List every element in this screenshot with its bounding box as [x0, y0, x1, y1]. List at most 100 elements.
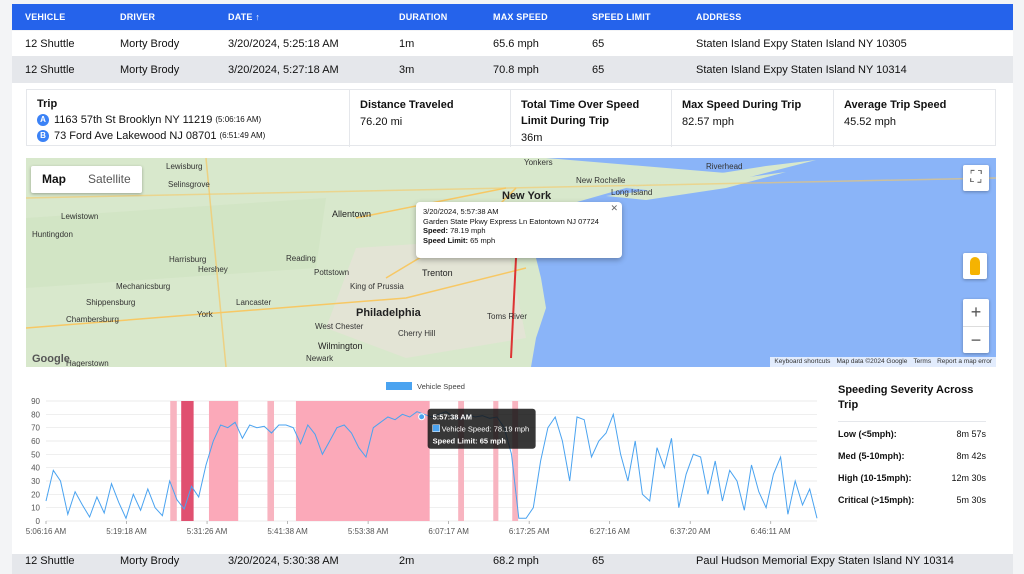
- map-info-window: ✕ 3/20/2024, 5:57:38 AM Garden State Pkw…: [416, 202, 622, 258]
- table-row-selected[interactable]: 12 Shuttle Morty Brody 3/20/2024, 5:27:1…: [12, 57, 1013, 83]
- cell-date: 3/20/2024, 5:30:38 AM: [228, 555, 339, 567]
- cell-date: 3/20/2024, 5:27:18 AM: [228, 64, 339, 76]
- map-attribution: Keyboard shortcuts Map data ©2024 Google…: [770, 357, 996, 367]
- place-wilmington: Wilmington: [318, 341, 363, 351]
- cell-driver: Morty Brody: [120, 38, 180, 50]
- speeding-severity-panel: Speeding Severity Across Trip Low (<5mph…: [838, 383, 986, 510]
- x-tick-label: 5:41:38 AM: [267, 527, 308, 536]
- marker-a-icon: A: [37, 113, 49, 126]
- trip-map[interactable]: Lewisburg Selinsgrove Yonkers New Rochel…: [26, 158, 996, 367]
- speeding-band: [170, 401, 177, 521]
- x-tick-label: 6:07:17 AM: [428, 527, 469, 536]
- y-tick-label: 70: [31, 424, 40, 433]
- column-header-speed-limit[interactable]: SPEED LIMIT: [592, 4, 651, 30]
- x-tick-label: 5:06:16 AM: [26, 527, 67, 536]
- place-new-york: New York: [502, 190, 552, 202]
- place-hershey: Hershey: [198, 265, 228, 274]
- cell-speed-limit: 65: [592, 64, 605, 76]
- y-tick-label: 10: [31, 504, 40, 513]
- trip-end-address: 73 Ford Ave Lakewood NJ 08701: [54, 129, 217, 142]
- trip-label: Trip: [37, 98, 58, 110]
- zoom-out-button[interactable]: −: [963, 326, 989, 353]
- place-king-of-prussia: King of Prussia: [350, 282, 404, 291]
- severity-label: Med (5-10mph):: [838, 451, 905, 461]
- marker-b-icon: B: [37, 129, 49, 142]
- y-tick-label: 0: [36, 517, 41, 526]
- cell-address: Staten Island Expy Staten Island NY 1030…: [696, 38, 907, 50]
- table-row[interactable]: 12 Shuttle Morty Brody 3/20/2024, 5:25:1…: [12, 31, 1013, 57]
- place-philadelphia: Philadelphia: [356, 307, 421, 319]
- legend-swatch: [386, 382, 412, 390]
- place-yonkers: Yonkers: [524, 158, 553, 167]
- stat-label: Max Speed During Trip: [682, 99, 802, 111]
- cell-max-speed: 70.8 mph: [493, 64, 539, 76]
- zoom-control: + −: [963, 299, 989, 353]
- column-header-vehicle[interactable]: VEHICLE: [25, 4, 65, 30]
- stat-avg-speed: Average Trip Speed 45.52 mph: [833, 90, 995, 147]
- y-tick-label: 60: [31, 437, 40, 446]
- table-header: VEHICLE DRIVER DATE ↑ DURATION MAX SPEED…: [12, 4, 1013, 30]
- x-tick-label: 5:19:18 AM: [106, 527, 147, 536]
- severity-value: 8m 57s: [956, 429, 986, 439]
- fullscreen-icon[interactable]: ⛶: [963, 165, 989, 191]
- place-new-rochelle: New Rochelle: [576, 176, 626, 185]
- info-limit: 65 mph: [470, 235, 496, 245]
- column-header-duration[interactable]: DURATION: [399, 4, 447, 30]
- severity-row-med: Med (5-10mph): 8m 42s: [838, 447, 986, 466]
- info-speed: 78.19 mph: [450, 226, 486, 235]
- speeding-band: [295, 401, 430, 521]
- place-allentown: Allentown: [332, 209, 372, 219]
- google-logo: Google: [32, 353, 70, 365]
- cell-max-speed: 68.2 mph: [493, 555, 539, 567]
- table-row[interactable]: 12 Shuttle Morty Brody 3/20/2024, 5:30:3…: [12, 554, 1013, 574]
- trip-start-time: (5:06:16 AM): [215, 115, 262, 124]
- y-tick-label: 90: [31, 397, 40, 406]
- severity-row-high: High (10-15mph): 12m 30s: [838, 469, 986, 488]
- cell-duration: 3m: [399, 64, 415, 76]
- x-tick-label: 6:37:20 AM: [670, 527, 711, 536]
- place-west-chester: West Chester: [315, 322, 364, 331]
- stat-max-speed: Max Speed During Trip 82.57 mph: [671, 90, 833, 147]
- stat-label: Average Trip Speed: [844, 99, 947, 111]
- severity-value: 5m 30s: [956, 495, 986, 505]
- place-mechanicsburg: Mechanicsburg: [116, 282, 171, 291]
- severity-label: High (10-15mph):: [838, 473, 912, 483]
- street-view-pegman-icon[interactable]: [963, 253, 987, 279]
- cell-vehicle: 12 Shuttle: [25, 555, 75, 567]
- keyboard-shortcuts-link[interactable]: Keyboard shortcuts: [774, 357, 830, 367]
- satellite-tab[interactable]: Satellite: [77, 166, 142, 193]
- place-reading: Reading: [286, 254, 316, 263]
- place-cherry-hill: Cherry Hill: [398, 329, 436, 338]
- place-lewisburg: Lewisburg: [166, 162, 203, 171]
- stat-distance: Distance Traveled 76.20 mi: [349, 90, 510, 147]
- close-icon[interactable]: ✕: [610, 203, 618, 214]
- place-lewistown: Lewistown: [61, 212, 99, 221]
- x-tick-label: 5:53:38 AM: [348, 527, 389, 536]
- column-header-max-speed[interactable]: MAX SPEED: [493, 4, 548, 30]
- tooltip-series: Vehicle Speed: 78.19 mph: [442, 425, 530, 434]
- x-tick-label: 5:31:26 AM: [187, 527, 228, 536]
- place-long-island: Long Island: [611, 188, 653, 197]
- map-data-text: Map data ©2024 Google: [836, 358, 908, 365]
- terms-link[interactable]: Terms: [913, 357, 931, 367]
- cell-speed-limit: 65: [592, 555, 605, 567]
- cell-duration: 1m: [399, 38, 415, 50]
- column-header-date[interactable]: DATE ↑: [228, 4, 260, 30]
- cell-driver: Morty Brody: [120, 64, 180, 76]
- column-header-driver[interactable]: DRIVER: [120, 4, 155, 30]
- severity-label: Low (<5mph):: [838, 429, 897, 439]
- stat-value: 45.52 mph: [844, 116, 896, 128]
- report-error-link[interactable]: Report a map error: [937, 357, 992, 367]
- legend-label: Vehicle Speed: [417, 382, 465, 391]
- zoom-in-button[interactable]: +: [963, 299, 989, 326]
- severity-value: 8m 42s: [956, 451, 986, 461]
- x-tick-label: 6:17:25 AM: [509, 527, 550, 536]
- stat-value: 82.57 mph: [682, 116, 734, 128]
- column-header-address[interactable]: ADDRESS: [696, 4, 741, 30]
- place-hagerstown: Hagerstown: [66, 359, 109, 367]
- trip-detail-panel: Trip A 1163 57th St Brooklyn NY 11219 (5…: [12, 83, 1013, 554]
- stat-time-over-limit: Total Time Over Speed Limit During Trip …: [510, 90, 671, 147]
- speed-chart[interactable]: Vehicle Speed 0 10 20 30 40 50 60 70 80 90 5:06:16 …: [12, 378, 822, 543]
- place-lancaster: Lancaster: [236, 298, 272, 307]
- map-tab[interactable]: Map: [31, 166, 77, 193]
